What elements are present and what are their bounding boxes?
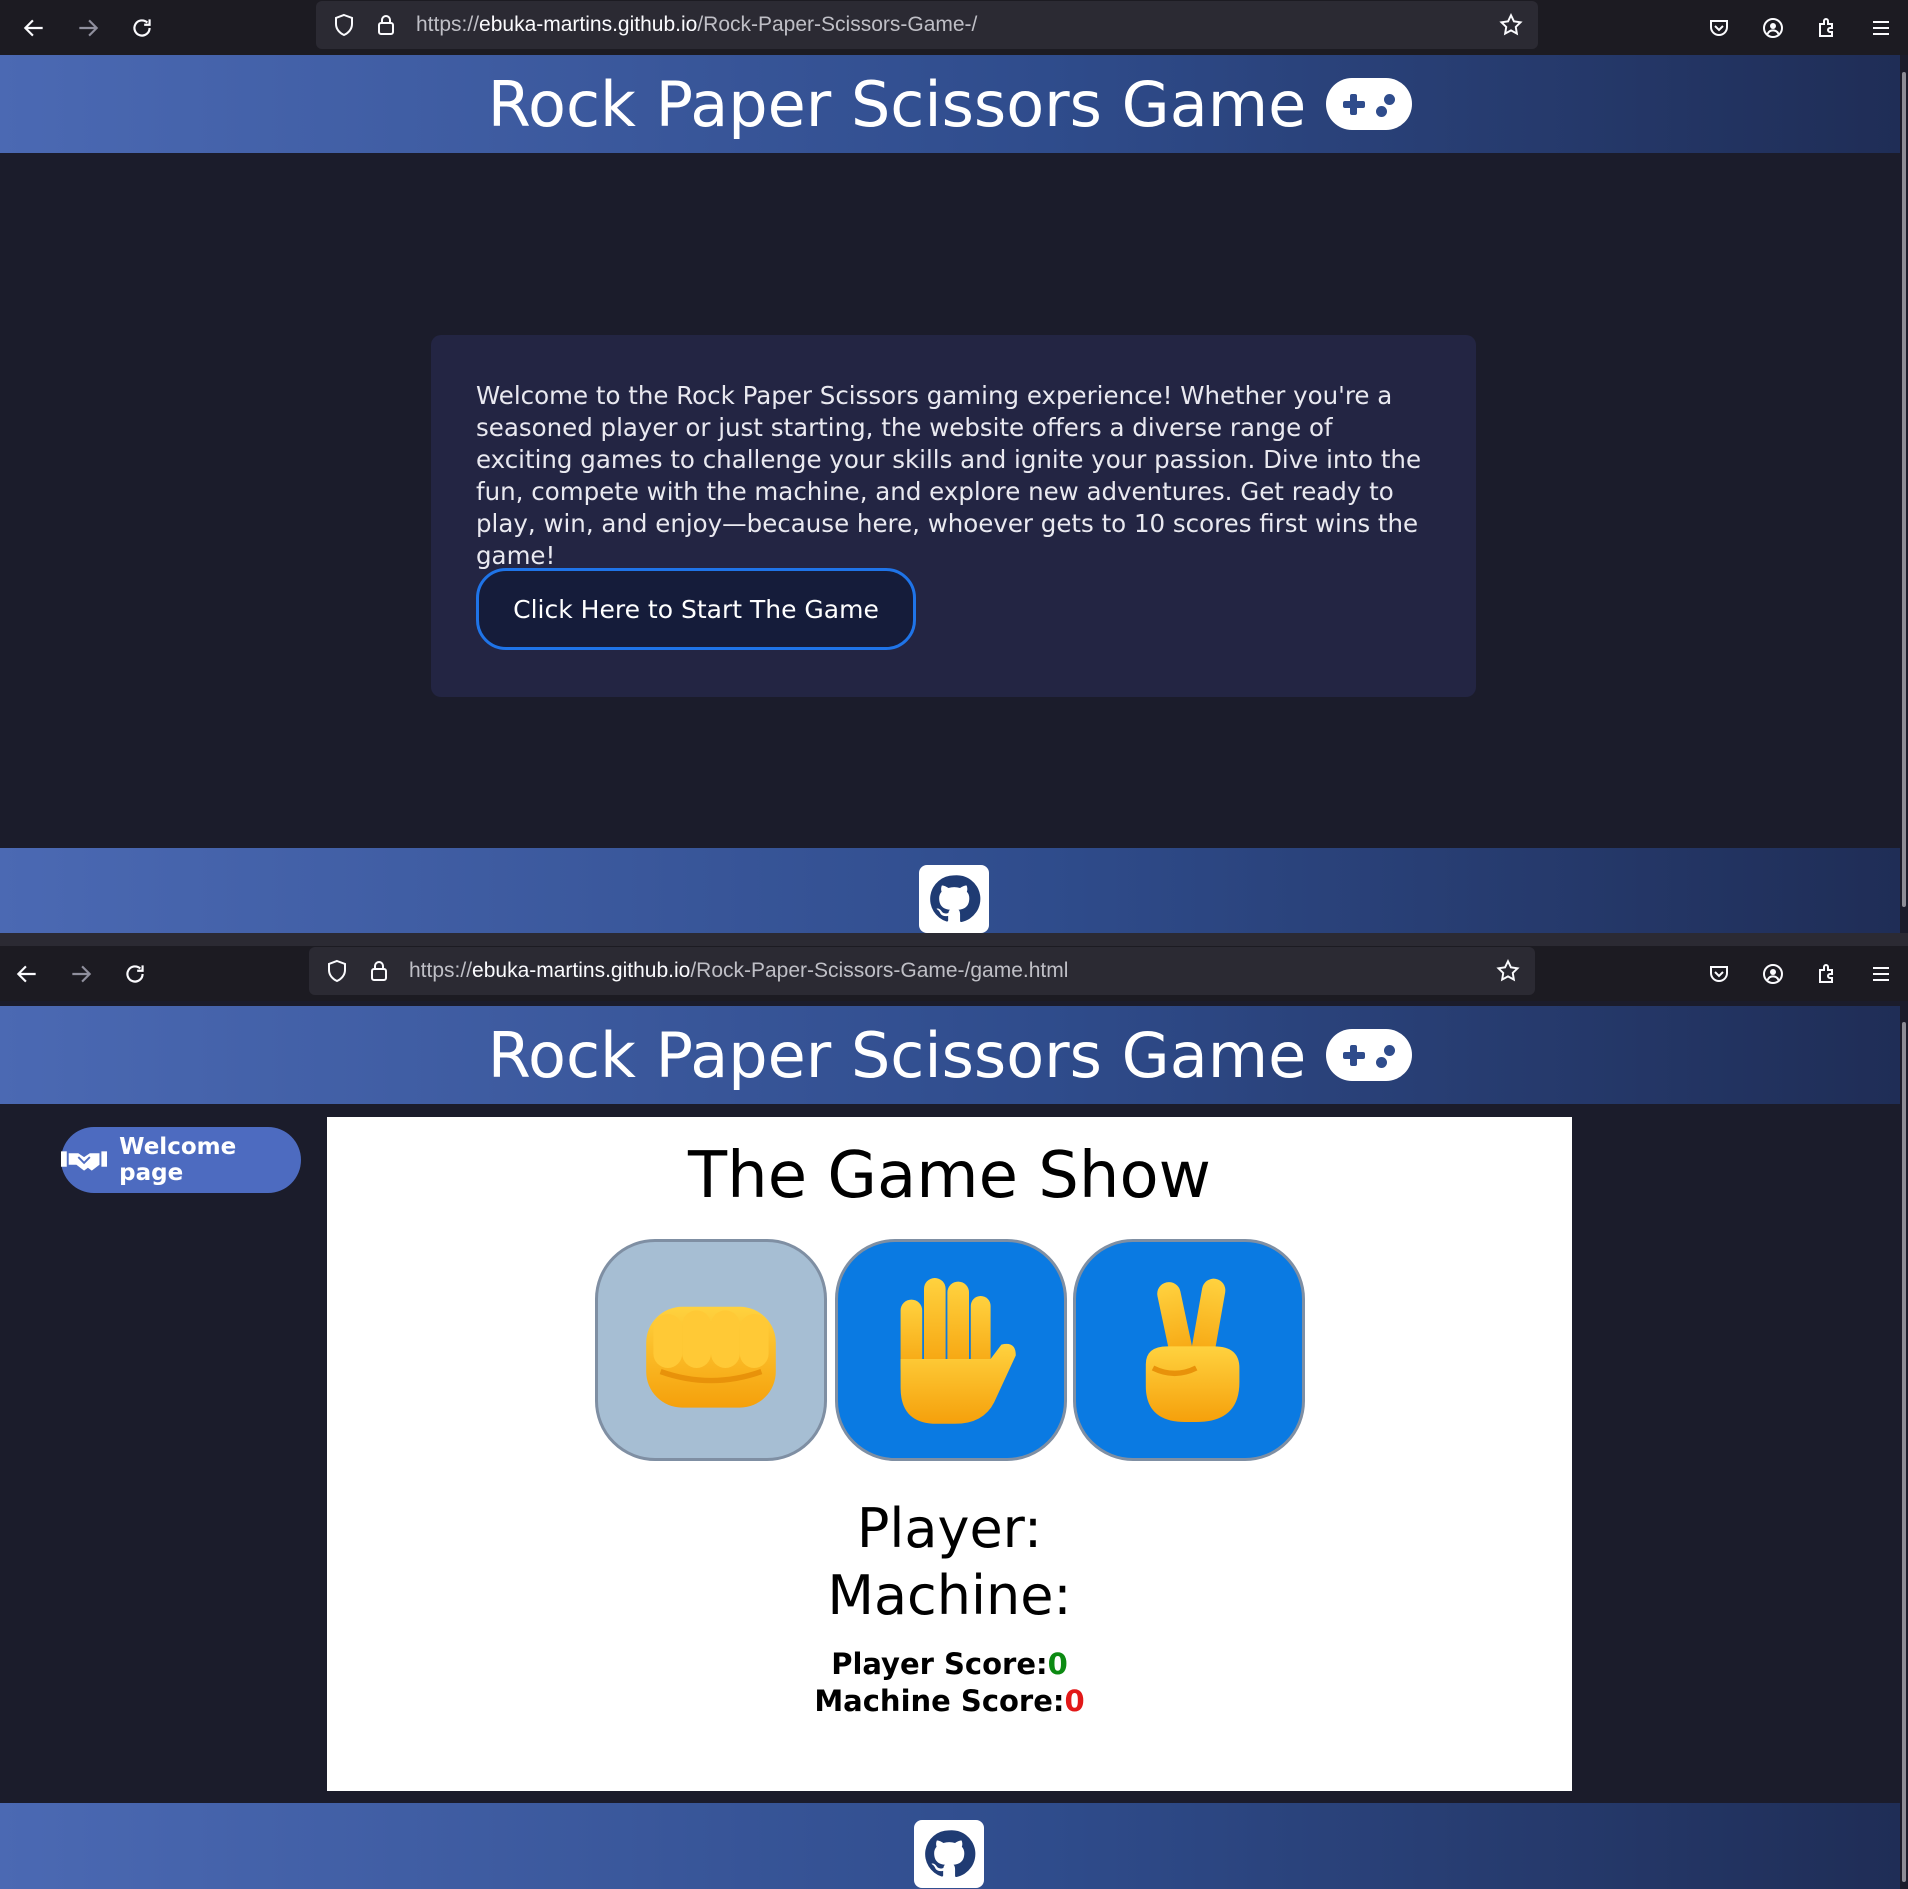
site-header: Rock Paper Scissors Game: [0, 55, 1900, 153]
handshake-icon: [61, 1151, 108, 1171]
shield-icon[interactable]: [330, 11, 358, 39]
game-title: The Game Show: [688, 1139, 1211, 1213]
game-panel: The Game Show Player: Machine: Player Sc…: [327, 1117, 1572, 1791]
scrollbar-thumb[interactable]: [1902, 72, 1906, 907]
welcome-text: Welcome to the Rock Paper Scissors gamin…: [476, 381, 1422, 570]
paper-choice-button[interactable]: [835, 1239, 1067, 1461]
scrollbar-thumb-2[interactable]: [1902, 1022, 1906, 1882]
extensions-icon[interactable]: [1800, 1, 1854, 55]
victory-hand-icon: [1145, 1278, 1240, 1422]
reload-icon[interactable]: [115, 1, 169, 55]
github-icon[interactable]: [919, 865, 989, 933]
rock-choice-button[interactable]: [595, 1239, 827, 1461]
welcome-card: Welcome to the Rock Paper Scissors gamin…: [431, 335, 1476, 697]
welcome-page-button[interactable]: Welcome page: [61, 1127, 301, 1193]
machine-choice-label: Machine:: [827, 1564, 1072, 1627]
lock-icon[interactable]: [365, 957, 393, 985]
back-arrow-icon[interactable]: [7, 1, 61, 55]
player-choice-label: Player:: [856, 1497, 1043, 1560]
forward-arrow-icon[interactable]: [54, 947, 108, 1001]
machine-score-label: Machine Score:: [814, 1684, 1065, 1718]
shield-icon[interactable]: [323, 957, 351, 985]
account-icon[interactable]: [1746, 1, 1800, 55]
pocket-icon[interactable]: [1692, 1, 1746, 55]
machine-score-line: Machine Score:0: [327, 1684, 1572, 1718]
browser-toolbar-2: https://ebuka-martins.github.io/Rock-Pap…: [0, 946, 1908, 1001]
player-score-value: 0: [1047, 1647, 1068, 1681]
address-bar[interactable]: https://ebuka-martins.github.io/Rock-Pap…: [316, 1, 1538, 49]
extensions-icon[interactable]: [1800, 947, 1854, 1001]
site-header-2: Rock Paper Scissors Game: [0, 1006, 1900, 1104]
site-footer: [0, 848, 1900, 933]
lock-icon[interactable]: [372, 11, 400, 39]
url-text: https://ebuka-martins.github.io/Rock-Pap…: [409, 959, 1069, 982]
raised-hand-icon: [900, 1278, 1016, 1424]
github-icon[interactable]: [914, 1820, 984, 1888]
gamepad-icon: [1326, 78, 1413, 130]
menu-icon[interactable]: [1854, 947, 1908, 1001]
player-score-line: Player Score:0: [327, 1647, 1572, 1681]
site-title: Rock Paper Scissors Game: [487, 1018, 1307, 1092]
menu-icon[interactable]: [1854, 1, 1908, 55]
account-icon[interactable]: [1746, 947, 1800, 1001]
site-title: Rock Paper Scissors Game: [487, 67, 1307, 141]
machine-score-value: 0: [1064, 1684, 1085, 1718]
window-divider: [0, 933, 1908, 946]
site-footer-2: [0, 1803, 1900, 1889]
browser-toolbar: https://ebuka-martins.github.io/Rock-Pap…: [0, 0, 1908, 55]
player-score-label: Player Score:: [831, 1647, 1048, 1681]
welcome-page-label: Welcome page: [119, 1134, 237, 1186]
reload-icon[interactable]: [108, 947, 162, 1001]
back-arrow-icon[interactable]: [0, 947, 54, 1001]
start-game-button[interactable]: Click Here to Start The Game: [476, 568, 916, 650]
gamepad-icon: [1326, 1029, 1413, 1081]
url-text: https://ebuka-martins.github.io/Rock-Pap…: [416, 13, 978, 36]
bookmark-star-icon[interactable]: [1493, 956, 1523, 986]
forward-arrow-icon[interactable]: [61, 1, 115, 55]
bookmark-star-icon[interactable]: [1496, 10, 1526, 40]
fist-icon: [646, 1306, 776, 1408]
address-bar[interactable]: https://ebuka-martins.github.io/Rock-Pap…: [309, 947, 1535, 995]
scissors-choice-button[interactable]: [1073, 1239, 1305, 1461]
pocket-icon[interactable]: [1692, 947, 1746, 1001]
